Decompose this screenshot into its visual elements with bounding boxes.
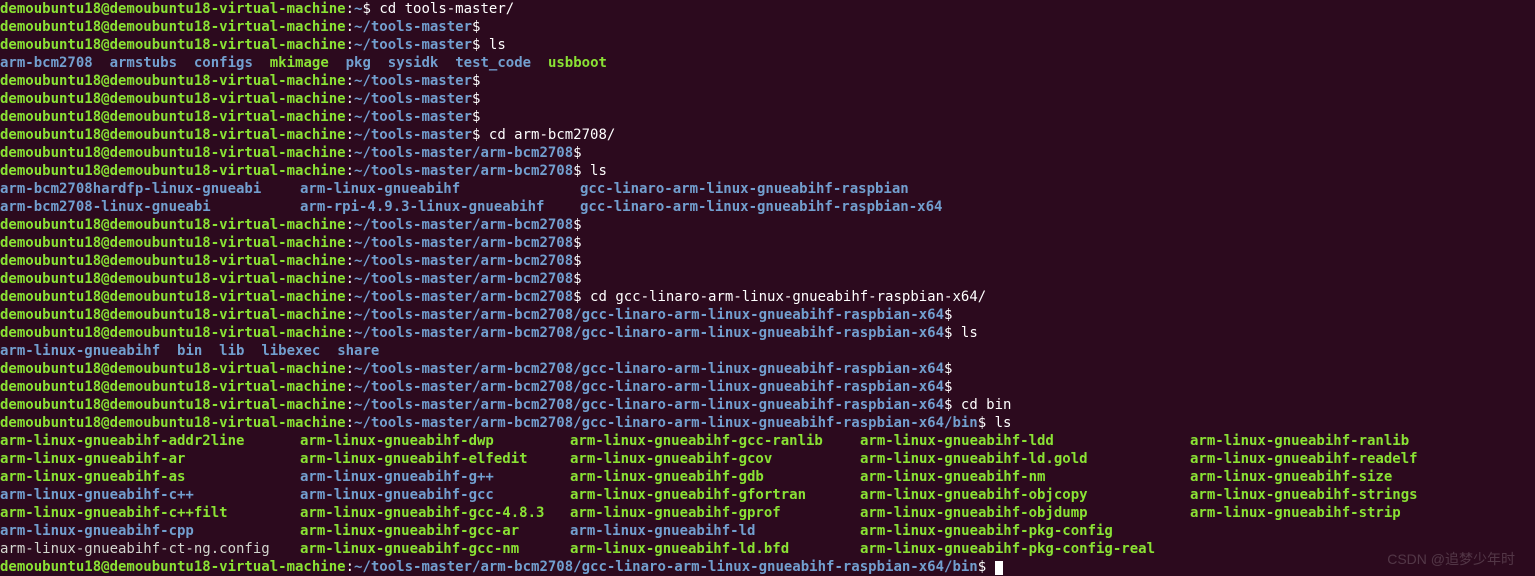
prompt-path: ~/tools-master/arm-bcm2708 bbox=[354, 217, 573, 233]
prompt-user: demoubuntu18@demoubuntu18-virtual-machin… bbox=[0, 127, 346, 143]
prompt-path: ~/tools-master/arm-bcm2708/gcc-linaro-ar… bbox=[354, 397, 944, 413]
command: cd gcc-linaro-arm-linux-gnueabihf-raspbi… bbox=[582, 289, 987, 305]
command bbox=[986, 559, 994, 575]
ls-output: arm-linux-gnueabihf-cpparm-linux-gnueabi… bbox=[0, 522, 1535, 540]
terminal[interactable]: demoubuntu18@demoubuntu18-virtual-machin… bbox=[0, 0, 1535, 576]
watermark: CSDN @追梦少年时 bbox=[1387, 550, 1515, 568]
prompt-user: demoubuntu18@demoubuntu18-virtual-machin… bbox=[0, 73, 346, 89]
command: ls bbox=[480, 37, 505, 53]
prompt-user: demoubuntu18@demoubuntu18-virtual-machin… bbox=[0, 145, 346, 161]
prompt-user: demoubuntu18@demoubuntu18-virtual-machin… bbox=[0, 163, 346, 179]
ls-output: arm-linux-gnueabihf-c++arm-linux-gnueabi… bbox=[0, 486, 1535, 504]
ls-output: arm-bcm2708hardfp-linux-gnueabiarm-linux… bbox=[0, 180, 1535, 198]
ls-output: arm-linux-gnueabihf-ararm-linux-gnueabih… bbox=[0, 450, 1535, 468]
prompt-path: ~/tools-master/arm-bcm2708/gcc-linaro-ar… bbox=[354, 415, 978, 431]
prompt-user: demoubuntu18@demoubuntu18-virtual-machin… bbox=[0, 397, 346, 413]
ls-output: arm-linux-gnueabihf-ct-ng.configarm-linu… bbox=[0, 540, 1535, 558]
prompt-user: demoubuntu18@demoubuntu18-virtual-machin… bbox=[0, 1, 346, 17]
prompt-path: ~/tools-master/arm-bcm2708 bbox=[354, 289, 573, 305]
ls-output: arm-linux-gnueabihf-asarm-linux-gnueabih… bbox=[0, 468, 1535, 486]
prompt-path: ~/tools-master/arm-bcm2708/gcc-linaro-ar… bbox=[354, 379, 944, 395]
prompt-path: ~/tools-master bbox=[354, 109, 472, 125]
ls-output: arm-bcm2708-linux-gnueabiarm-rpi-4.9.3-l… bbox=[0, 198, 1535, 216]
ls-output: arm-bcm2708 armstubs configs mkimage pkg… bbox=[0, 54, 1535, 72]
prompt-path: ~/tools-master/arm-bcm2708 bbox=[354, 235, 573, 251]
prompt-user: demoubuntu18@demoubuntu18-virtual-machin… bbox=[0, 37, 346, 53]
prompt-path: ~/tools-master bbox=[354, 91, 472, 107]
prompt-path: ~/tools-master bbox=[354, 37, 472, 53]
prompt-path: ~/tools-master bbox=[354, 127, 472, 143]
prompt-path: ~/tools-master/arm-bcm2708 bbox=[354, 271, 573, 287]
prompt-user: demoubuntu18@demoubuntu18-virtual-machin… bbox=[0, 235, 346, 251]
command: cd arm-bcm2708/ bbox=[480, 127, 615, 143]
prompt-path: ~/tools-master/arm-bcm2708 bbox=[354, 163, 573, 179]
prompt-user: demoubuntu18@demoubuntu18-virtual-machin… bbox=[0, 109, 346, 125]
prompt-user: demoubuntu18@demoubuntu18-virtual-machin… bbox=[0, 271, 346, 287]
ls-output: arm-linux-gnueabihf bin lib libexec shar… bbox=[0, 342, 1535, 360]
ls-output: arm-linux-gnueabihf-addr2linearm-linux-g… bbox=[0, 432, 1535, 450]
command: ls bbox=[952, 325, 977, 341]
prompt-user: demoubuntu18@demoubuntu18-virtual-machin… bbox=[0, 19, 346, 35]
prompt-user: demoubuntu18@demoubuntu18-virtual-machin… bbox=[0, 361, 346, 377]
prompt-user: demoubuntu18@demoubuntu18-virtual-machin… bbox=[0, 307, 346, 323]
command: ls bbox=[986, 415, 1011, 431]
prompt-user: demoubuntu18@demoubuntu18-virtual-machin… bbox=[0, 289, 346, 305]
command: ls bbox=[582, 163, 607, 179]
prompt-path: ~/tools-master/arm-bcm2708/gcc-linaro-ar… bbox=[354, 307, 944, 323]
prompt-user: demoubuntu18@demoubuntu18-virtual-machin… bbox=[0, 415, 346, 431]
prompt-path: ~/tools-master bbox=[354, 19, 472, 35]
prompt-user: demoubuntu18@demoubuntu18-virtual-machin… bbox=[0, 253, 346, 269]
prompt-path: ~/tools-master bbox=[354, 73, 472, 89]
command: cd tools-master/ bbox=[371, 1, 514, 17]
prompt-user: demoubuntu18@demoubuntu18-virtual-machin… bbox=[0, 379, 346, 395]
prompt-user: demoubuntu18@demoubuntu18-virtual-machin… bbox=[0, 559, 346, 575]
prompt-path: ~/tools-master/arm-bcm2708 bbox=[354, 253, 573, 269]
command: cd bin bbox=[952, 397, 1011, 413]
cursor bbox=[995, 561, 1003, 575]
prompt-path: ~/tools-master/arm-bcm2708/gcc-linaro-ar… bbox=[354, 361, 944, 377]
ls-output: arm-linux-gnueabihf-c++filtarm-linux-gnu… bbox=[0, 504, 1535, 522]
prompt-user: demoubuntu18@demoubuntu18-virtual-machin… bbox=[0, 91, 346, 107]
prompt-path: ~/tools-master/arm-bcm2708/gcc-linaro-ar… bbox=[354, 325, 944, 341]
prompt-path: ~/tools-master/arm-bcm2708/gcc-linaro-ar… bbox=[354, 559, 978, 575]
prompt-path: ~/tools-master/arm-bcm2708 bbox=[354, 145, 573, 161]
prompt-user: demoubuntu18@demoubuntu18-virtual-machin… bbox=[0, 217, 346, 233]
prompt-user: demoubuntu18@demoubuntu18-virtual-machin… bbox=[0, 325, 346, 341]
